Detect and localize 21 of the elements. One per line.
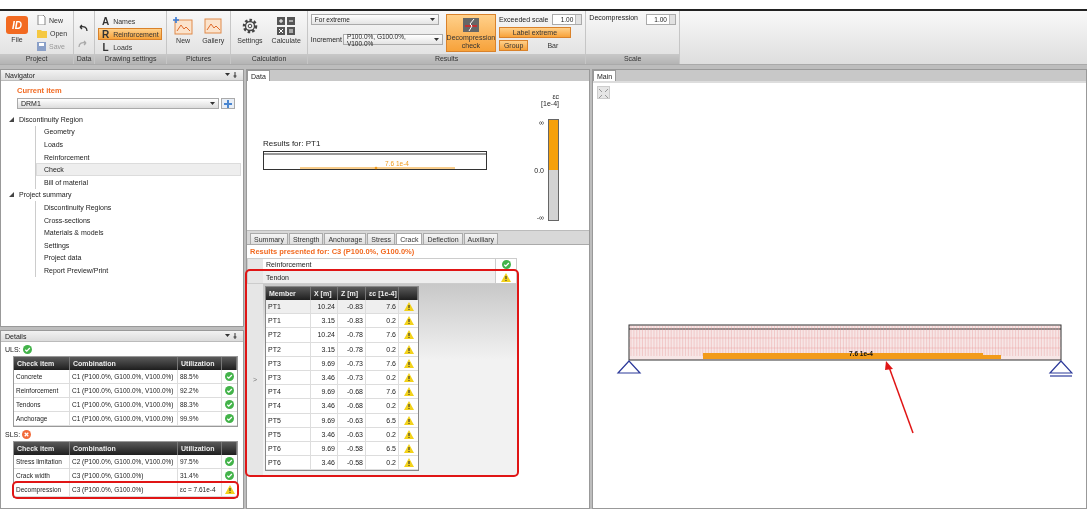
caret-icon bbox=[433, 37, 439, 42]
add-picture-icon bbox=[173, 17, 194, 35]
expanded-icon[interactable] bbox=[9, 116, 14, 122]
picture-icon bbox=[203, 17, 224, 35]
settings-icon bbox=[240, 17, 259, 35]
pin-icon[interactable] bbox=[225, 333, 239, 339]
add-button[interactable] bbox=[221, 98, 235, 109]
folder-icon bbox=[37, 28, 47, 38]
row-header[interactable] bbox=[248, 259, 263, 270]
app-logo: ID bbox=[6, 16, 28, 34]
support-icon bbox=[1048, 360, 1073, 377]
pin-icon[interactable] bbox=[225, 72, 239, 78]
new-document-icon bbox=[37, 15, 46, 25]
caret-icon bbox=[429, 17, 435, 22]
support-icon bbox=[616, 360, 642, 374]
calculator-icon bbox=[277, 17, 296, 35]
decompression-icon bbox=[462, 18, 479, 32]
results-title: Results for: PT1 bbox=[263, 139, 322, 148]
expanded-icon[interactable] bbox=[9, 192, 14, 198]
caret-icon bbox=[210, 101, 216, 106]
save-icon bbox=[37, 41, 46, 51]
